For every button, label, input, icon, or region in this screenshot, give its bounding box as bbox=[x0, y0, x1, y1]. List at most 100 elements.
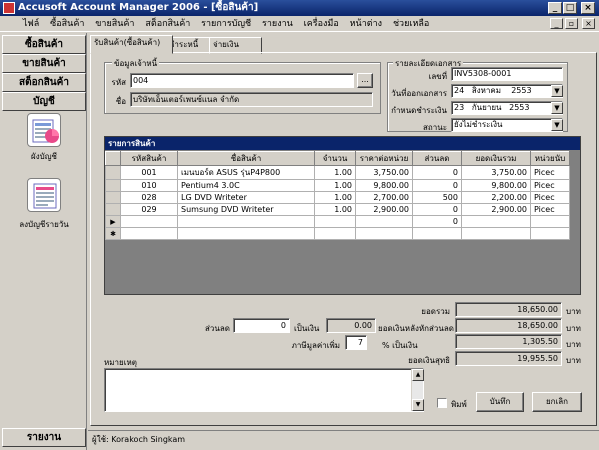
cell-name[interactable]: Pentium4 3.0C bbox=[177, 179, 315, 192]
cell-code[interactable]: 029 bbox=[120, 203, 178, 216]
vat-rate-field[interactable]: 7 bbox=[345, 335, 367, 350]
notes-scrollbar[interactable]: ▲ ▼ bbox=[411, 369, 424, 411]
table-row[interactable]: 001 เมนบอร์ด ASUS รุ่นP4P800 1.00 3,750.… bbox=[105, 165, 570, 180]
cell-total[interactable]: 9,800.00 bbox=[461, 179, 531, 192]
mdi-close-icon[interactable]: × bbox=[582, 18, 595, 29]
col-unit-header[interactable]: หน่วยนับ bbox=[530, 151, 570, 166]
cell-discount[interactable]: 0 bbox=[412, 179, 462, 192]
status-user: ผู้ใช้: Korakoch Singkam bbox=[92, 435, 186, 444]
cell-name[interactable]: เมนบอร์ด ASUS รุ่นP4P800 bbox=[177, 165, 315, 180]
cell-qty[interactable]: 1.00 bbox=[314, 179, 356, 192]
col-code-header[interactable]: รหัสสินค้า bbox=[120, 151, 178, 166]
cell-qty[interactable]: 1.00 bbox=[314, 165, 356, 180]
browse-supplier-button[interactable]: ... bbox=[357, 73, 373, 88]
col-name-header[interactable]: ชื่อสินค้า bbox=[177, 151, 315, 166]
close-icon[interactable]: × bbox=[581, 2, 595, 14]
maximize-icon[interactable]: □ bbox=[563, 2, 577, 14]
sidebar-sales-button[interactable]: ขายสินค้า bbox=[2, 54, 86, 73]
vat-amount-field: 1,305.50 bbox=[455, 334, 562, 349]
col-total-header[interactable]: ยอดเงินรวม bbox=[461, 151, 531, 166]
minimize-icon[interactable]: _ bbox=[548, 2, 562, 14]
tab-receive-goods[interactable]: รับสินค้า(ซื้อสินค้า) bbox=[90, 35, 173, 54]
cell-price[interactable]: 2,900.00 bbox=[355, 203, 413, 216]
supplier-code-field[interactable]: 004 bbox=[130, 73, 354, 88]
chart-of-accounts-icon[interactable] bbox=[27, 113, 61, 147]
discount-label: ส่วนลด bbox=[205, 324, 230, 333]
mdi-minimize-icon[interactable]: _ bbox=[550, 18, 563, 29]
cell-total[interactable]: 2,200.00 bbox=[461, 191, 531, 204]
menu-help[interactable]: ช่วยเหลือ bbox=[389, 16, 433, 32]
col-price-header[interactable]: ราคาต่อหน่วย bbox=[355, 151, 413, 166]
issue-date-picker[interactable]: 24 สิงหาคม 2553 bbox=[451, 84, 563, 98]
sum-currency: บาท bbox=[566, 307, 581, 316]
due-date-picker[interactable]: 23 กันยายน 2553 bbox=[451, 101, 563, 115]
menu-accounts[interactable]: รายการบัญชี bbox=[197, 16, 255, 32]
sidebar-stock-button[interactable]: สต็อกสินค้า bbox=[2, 73, 86, 92]
cell-discount[interactable]: 0 bbox=[412, 203, 462, 216]
table-row-new[interactable]: ✱ bbox=[105, 227, 570, 240]
menu-file[interactable]: ไฟล์ bbox=[19, 16, 43, 32]
journal-entry-icon[interactable] bbox=[27, 178, 61, 212]
table-row[interactable]: 028 LG DVD Writeter 1.00 2,700.00 500 2,… bbox=[105, 191, 570, 204]
menu-tools[interactable]: เครื่องมือ bbox=[300, 16, 343, 32]
cell-name[interactable]: LG DVD Writeter bbox=[177, 191, 315, 204]
menu-window[interactable]: หน้าต่าง bbox=[346, 16, 386, 32]
col-discount-header[interactable]: ส่วนลด bbox=[412, 151, 462, 166]
status-label: สถานะ bbox=[423, 123, 447, 132]
due-date-dropdown-icon[interactable]: ▼ bbox=[551, 102, 563, 114]
items-grid: รายการสินค้า รหัสสินค้า ชื่อสินค้า จำนวน… bbox=[104, 136, 581, 295]
cell-code[interactable]: 010 bbox=[120, 179, 178, 192]
cell-unit[interactable]: Picec bbox=[530, 165, 570, 180]
items-grid-title: รายการสินค้า bbox=[105, 137, 580, 150]
cell-code[interactable]: 001 bbox=[120, 165, 178, 180]
status-bar: ผู้ใช้: Korakoch Singkam bbox=[88, 430, 599, 450]
cell-unit[interactable]: Picec bbox=[530, 191, 570, 204]
supplier-code-label: รหัส bbox=[111, 78, 126, 87]
net-amount-field: 19,955.50 bbox=[455, 351, 562, 366]
cell-price[interactable]: 2,700.00 bbox=[355, 191, 413, 204]
notes-textarea[interactable] bbox=[104, 368, 424, 412]
status-dropdown-icon[interactable]: ▼ bbox=[551, 119, 563, 131]
discount-field[interactable]: 0 bbox=[233, 318, 290, 333]
cell-price[interactable]: 9,800.00 bbox=[355, 179, 413, 192]
issue-date-dropdown-icon[interactable]: ▼ bbox=[551, 85, 563, 97]
cell-price[interactable]: 3,750.00 bbox=[355, 165, 413, 180]
mdi-restore-icon[interactable]: ▫ bbox=[565, 18, 578, 29]
table-row[interactable]: 029 Sumsung DVD Writeter 1.00 2,900.00 0… bbox=[105, 203, 570, 216]
print-checkbox[interactable] bbox=[437, 398, 447, 408]
menu-purchase[interactable]: ซื้อสินค้า bbox=[46, 16, 88, 32]
cell-unit[interactable]: Picec bbox=[530, 203, 570, 216]
cell-qty[interactable]: 1.00 bbox=[314, 203, 356, 216]
scroll-up-icon[interactable]: ▲ bbox=[412, 369, 424, 381]
app-icon[interactable] bbox=[3, 2, 15, 14]
table-row-current[interactable]: ▶ 0 bbox=[105, 215, 570, 228]
sidebar-accounts-button[interactable]: บัญชี bbox=[2, 92, 86, 111]
menu-sales[interactable]: ขายสินค้า bbox=[91, 16, 138, 32]
cell-discount[interactable]: 0 bbox=[412, 165, 462, 180]
menu-stock[interactable]: สต็อกสินค้า bbox=[141, 16, 194, 32]
cell-unit[interactable]: Picec bbox=[530, 179, 570, 192]
issue-date-label: วันที่ออกเอกสาร bbox=[391, 89, 447, 98]
menu-reports[interactable]: รายงาน bbox=[258, 16, 297, 32]
scroll-down-icon[interactable]: ▼ bbox=[412, 399, 424, 411]
sidebar-journal-label[interactable]: ลงบัญชีรายวัน bbox=[2, 218, 86, 231]
cell-total[interactable]: 3,750.00 bbox=[461, 165, 531, 180]
col-qty-header[interactable]: จำนวน bbox=[314, 151, 356, 166]
sidebar-report-button[interactable]: รายงาน bbox=[2, 428, 86, 447]
cell-discount[interactable]: 500 bbox=[412, 191, 462, 204]
cell-qty[interactable]: 1.00 bbox=[314, 191, 356, 204]
status-select[interactable]: ยังไม่ชำระเงิน bbox=[451, 118, 563, 132]
doc-number-label: เลขที่ bbox=[428, 72, 447, 81]
cell-discount[interactable]: 0 bbox=[412, 215, 462, 228]
table-row[interactable]: 010 Pentium4 3.0C 1.00 9,800.00 0 9,800.… bbox=[105, 179, 570, 192]
cell-code[interactable]: 028 bbox=[120, 191, 178, 204]
title-bar: Accusoft Account Manager 2006 - [ซื้อสิน… bbox=[0, 0, 599, 16]
cell-total[interactable]: 2,900.00 bbox=[461, 203, 531, 216]
sidebar-chart-of-accounts-label[interactable]: ผังบัญชี bbox=[2, 150, 86, 163]
sidebar-purchase-button[interactable]: ซื้อสินค้า bbox=[2, 35, 86, 54]
print-label: พิมพ์ bbox=[451, 400, 467, 409]
doc-number-field[interactable]: INV5308-0001 bbox=[451, 67, 563, 81]
save-button[interactable]: บันทึก bbox=[476, 392, 524, 412]
cell-name[interactable]: Sumsung DVD Writeter bbox=[177, 203, 315, 216]
cancel-button[interactable]: ยกเลิก bbox=[532, 392, 582, 412]
